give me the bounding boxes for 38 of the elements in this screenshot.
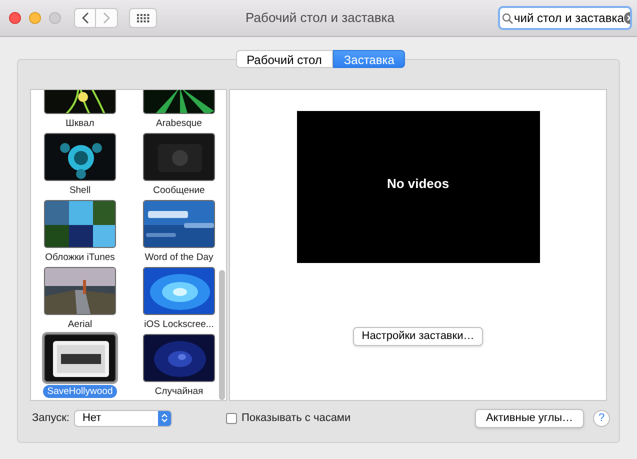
- stepper-icon: [161, 413, 168, 423]
- screensaver-label[interactable]: Шквал: [66, 117, 94, 130]
- screensaver-label[interactable]: Случайная: [154, 385, 204, 398]
- chevron-icon: [80, 12, 90, 24]
- scroll-bar[interactable]: [219, 270, 225, 400]
- screensaver-label[interactable]: SaveHollywood: [43, 385, 117, 398]
- screensaver-thumbnail[interactable]: [143, 133, 215, 181]
- screensaver-thumbnail[interactable]: [143, 200, 215, 248]
- screensaver-label[interactable]: Сообщение: [153, 184, 205, 197]
- screensaver-label[interactable]: Word of the Day: [144, 251, 214, 264]
- screensaver-label[interactable]: Arabesque: [156, 117, 202, 130]
- screensaver-label[interactable]: iOS Lockscree...: [144, 318, 214, 331]
- preview-message: No videos: [386, 175, 450, 194]
- help-button[interactable]: ?: [593, 410, 610, 426]
- search-field[interactable]: чий стол и заставка: [498, 6, 632, 30]
- back-button[interactable]: [74, 8, 96, 28]
- chevron-icon: [102, 12, 111, 24]
- screensaver-thumbnail[interactable]: [44, 200, 116, 248]
- screensaver-label[interactable]: Aerial: [68, 318, 92, 331]
- tab[interactable]: Рабочий стол: [236, 50, 333, 68]
- window-title: Рабочий стол и заставка: [244, 9, 396, 28]
- close-window-button[interactable]: [9, 12, 21, 24]
- search-icon: [502, 12, 513, 24]
- screensaver-thumbnail[interactable]: [143, 334, 215, 382]
- clock-checkbox[interactable]: [226, 412, 238, 424]
- screensaver-thumbnail[interactable]: [44, 334, 116, 382]
- show-all-button[interactable]: [129, 8, 157, 28]
- grid-icon: [136, 14, 150, 22]
- screensaver-label[interactable]: Обложки iTunes: [45, 251, 115, 264]
- checkbox-label: Показывать с часами: [241, 410, 351, 426]
- screensaver-options-button[interactable]: Настройки заставки…: [352, 327, 484, 346]
- screensaver-thumbnail[interactable]: [44, 133, 116, 181]
- screensaver-label[interactable]: Shell: [69, 184, 91, 197]
- start-label: Запуск:: [32, 410, 70, 426]
- start-dropdown[interactable]: Нет: [74, 410, 172, 426]
- screensaver-thumbnail[interactable]: [44, 267, 116, 315]
- hot-corners-button[interactable]: Активные углы…: [475, 408, 584, 428]
- screensaver-thumbnail[interactable]: [143, 267, 215, 315]
